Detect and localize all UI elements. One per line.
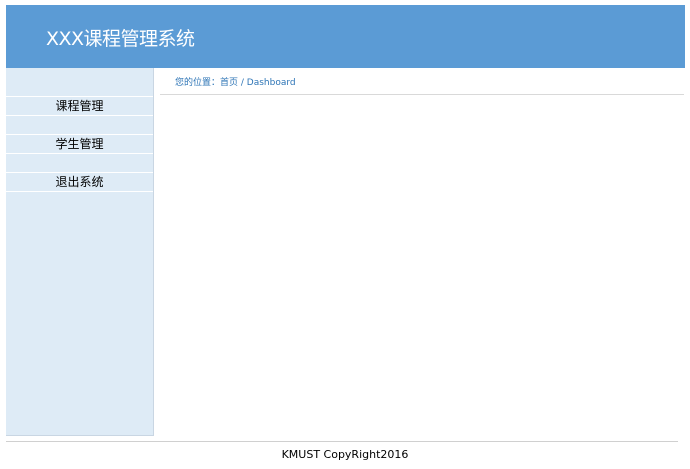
breadcrumb-home-link[interactable]: 首页 [220,78,238,88]
breadcrumb-prefix: 您的位置： [175,78,221,88]
footer-copyright: KMUST CopyRight2016 [281,448,409,461]
breadcrumb-separator: / [238,78,247,88]
sidebar-item-logout[interactable]: 退出系统 [6,172,153,192]
footer-divider [6,441,678,442]
app-header: XXX课程管理系统 [6,5,685,68]
sidebar-item-course-management[interactable]: 课程管理 [6,96,153,116]
breadcrumb-current: Dashboard [246,78,296,88]
sidebar: 课程管理 学生管理 退出系统 [6,68,154,436]
sidebar-item-student-management[interactable]: 学生管理 [6,134,153,154]
breadcrumb: 您的位置：首页 / Dashboard [160,74,684,95]
app-title: XXX课程管理系统 [46,28,195,50]
